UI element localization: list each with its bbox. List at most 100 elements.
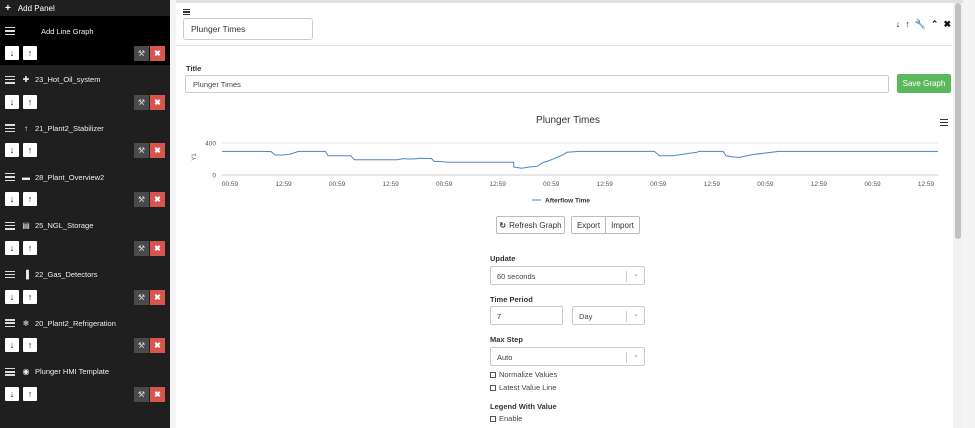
plus-cross-icon: ✚ (22, 75, 30, 85)
delete-panel-button[interactable]: ✖ (150, 46, 165, 61)
move-down-button[interactable]: ↓ (5, 192, 19, 207)
edit-panel-button[interactable]: ⚒ (134, 46, 149, 61)
panel-item-label: 21_Plant2_Stabilizer (35, 123, 104, 133)
move-up-button[interactable]: ↑ (23, 289, 37, 304)
move-up-button[interactable]: ↑ (23, 338, 37, 353)
import-button[interactable]: Import (606, 216, 640, 234)
delete-panel-button[interactable]: ✖ (150, 240, 165, 256)
scrollbar-thumb[interactable] (955, 3, 961, 239)
max-step-select-value: Auto (497, 353, 513, 362)
move-up-button[interactable]: ↑ (23, 46, 37, 60)
edit-panel-button[interactable]: ⚒ (134, 386, 149, 402)
move-up-icon[interactable]: ↑ (905, 19, 910, 30)
panel-item[interactable]: Add Line Graph ↓ ↑ ⚒ ✖ (0, 16, 170, 65)
checkbox[interactable] (490, 384, 496, 391)
main-content: ↓ ↑ 🔧 ⌃ ✖ Title Save Graph Plunger Times… (176, 0, 963, 428)
checkbox[interactable] (490, 371, 496, 378)
scrollbar[interactable] (953, 3, 963, 428)
panel-item[interactable]: ◉ Plunger HMI Template ↓ ↑ ⚒ ✖ (0, 357, 170, 406)
move-up-button[interactable]: ↑ (23, 94, 37, 109)
panel-toolbar: ↓ ↑ 🔧 ⌃ ✖ (896, 19, 951, 30)
panel-item[interactable]: ▐ 22_Gas_Detectors ↓ ↑ ⚒ ✖ (0, 260, 170, 309)
move-down-button[interactable]: ↓ (5, 289, 19, 304)
delete-panel-button[interactable]: ✖ (150, 386, 165, 402)
drag-handle-icon[interactable] (5, 221, 15, 230)
drag-handle-icon[interactable] (5, 367, 15, 376)
y-tick-label: 0 (212, 173, 216, 180)
x-tick-label: 12:59 (490, 181, 507, 188)
panel-item[interactable]: ↑ 21_Plant2_Stabilizer ↓ ↑ ⚒ ✖ (0, 113, 170, 162)
title-input[interactable] (185, 75, 889, 93)
move-down-button[interactable]: ↓ (5, 46, 19, 60)
drag-handle-icon[interactable] (5, 124, 15, 133)
update-select-value: 60 seconds (497, 272, 536, 281)
edit-panel-button[interactable]: ⚒ (134, 289, 149, 305)
panel-name-input[interactable] (183, 18, 313, 40)
panel-item[interactable]: ▤ 25_NGL_Storage ↓ ↑ ⚒ ✖ (0, 211, 170, 260)
move-up-button[interactable]: ↑ (23, 143, 37, 158)
panel-item[interactable]: ❄ 20_Plant2_Refrigeration ↓ ↑ ⚒ ✖ (0, 308, 170, 357)
panel-item-label: 25_NGL_Storage (35, 221, 94, 231)
move-down-button[interactable]: ↓ (5, 386, 19, 401)
move-up-button[interactable]: ↑ (23, 386, 37, 401)
drag-handle-icon[interactable] (5, 173, 15, 182)
drag-handle-icon[interactable] (5, 27, 15, 35)
delete-panel-button[interactable]: ✖ (150, 338, 165, 354)
edit-panel-button[interactable]: ⚒ (134, 240, 149, 256)
add-panel-button[interactable]: + Add Panel (0, 0, 170, 16)
max-step-select[interactable]: Auto ⌄ (490, 347, 645, 366)
panel-item-label: 23_Hot_Oil_system (35, 75, 101, 85)
edit-panel-button[interactable]: ⚒ (134, 192, 149, 208)
drag-handle-icon[interactable] (5, 319, 15, 328)
panel-item[interactable]: ▬ 28_Plant_Overview2 ↓ ↑ ⚒ ✖ (0, 162, 170, 211)
drag-handle-icon[interactable] (5, 75, 15, 84)
update-label: Update (490, 254, 516, 263)
plus-icon: + (5, 2, 11, 14)
delete-panel-button[interactable]: ✖ (150, 143, 165, 159)
time-period-unit-select[interactable]: Day ⌄ (572, 306, 645, 325)
normalize-values-label: Normalize Values (499, 370, 558, 379)
add-panel-label: Add Panel (17, 3, 55, 13)
update-select[interactable]: 60 seconds ⌄ (490, 266, 645, 285)
drag-handle-icon[interactable] (5, 270, 15, 279)
time-period-number-input[interactable]: 7 (490, 306, 563, 325)
y-tick-label: 400 (205, 141, 216, 148)
time-period-unit-value: Day (579, 312, 593, 321)
delete-panel-button[interactable]: ✖ (150, 192, 165, 208)
move-down-button[interactable]: ↓ (5, 94, 19, 109)
edit-panel-button[interactable]: ⚒ (134, 338, 149, 354)
latest-value-line-label: Latest Value Line (499, 383, 557, 392)
x-tick-label: 12:59 (918, 181, 935, 188)
edit-panel-button[interactable]: ⚒ (134, 143, 149, 159)
export-button[interactable]: Export (571, 216, 606, 234)
move-down-button[interactable]: ↓ (5, 338, 19, 353)
panel-item-label: Plunger HMI Template (35, 367, 110, 377)
move-down-button[interactable]: ↓ (5, 143, 19, 158)
edit-panel-button[interactable]: ⚒ (134, 94, 149, 110)
delete-panel-button[interactable]: ✖ (150, 289, 165, 305)
latest-value-line-checkbox[interactable]: Latest Value Line (490, 383, 556, 392)
panel-item[interactable]: ✚ 23_Hot_Oil_system ↓ ↑ ⚒ ✖ (0, 65, 170, 114)
panel-item-label: 28_Plant_Overview2 (35, 172, 105, 182)
refresh-graph-button[interactable]: ↻ Refresh Graph (496, 216, 565, 234)
save-graph-button[interactable]: Save Graph (897, 74, 951, 93)
x-tick-label: 00:59 (436, 181, 453, 188)
sidebar: + Add Panel Add Line Graph ↓ ↑ ⚒ ✖ ✚ 23_Hot_Oi… (0, 0, 170, 428)
chevron-down-icon: ⌄ (633, 271, 639, 278)
normalize-values-checkbox[interactable]: Normalize Values (490, 370, 557, 379)
checkbox[interactable] (490, 415, 496, 422)
panel-item-label: 22_Gas_Detectors (35, 270, 98, 279)
legend-label: Afterflow Time (545, 198, 590, 205)
move-down-icon[interactable]: ↓ (896, 19, 901, 30)
move-up-button[interactable]: ↑ (23, 192, 37, 207)
delete-panel-button[interactable]: ✖ (150, 94, 165, 110)
move-down-button[interactable]: ↓ (5, 240, 19, 255)
collapse-icon[interactable]: ⌃ (931, 19, 939, 30)
wrench-icon[interactable]: 🔧 (915, 19, 926, 30)
x-tick-label: 12:59 (275, 181, 292, 188)
menu-icon[interactable] (183, 9, 190, 15)
enable-legend-checkbox[interactable]: Enable (490, 414, 522, 423)
move-up-button[interactable]: ↑ (23, 240, 37, 255)
close-icon[interactable]: ✖ (943, 19, 951, 30)
line-chart: Plunger Times 0 400 Y1 00:59 12:59 00:59 12:59… (185, 106, 951, 210)
